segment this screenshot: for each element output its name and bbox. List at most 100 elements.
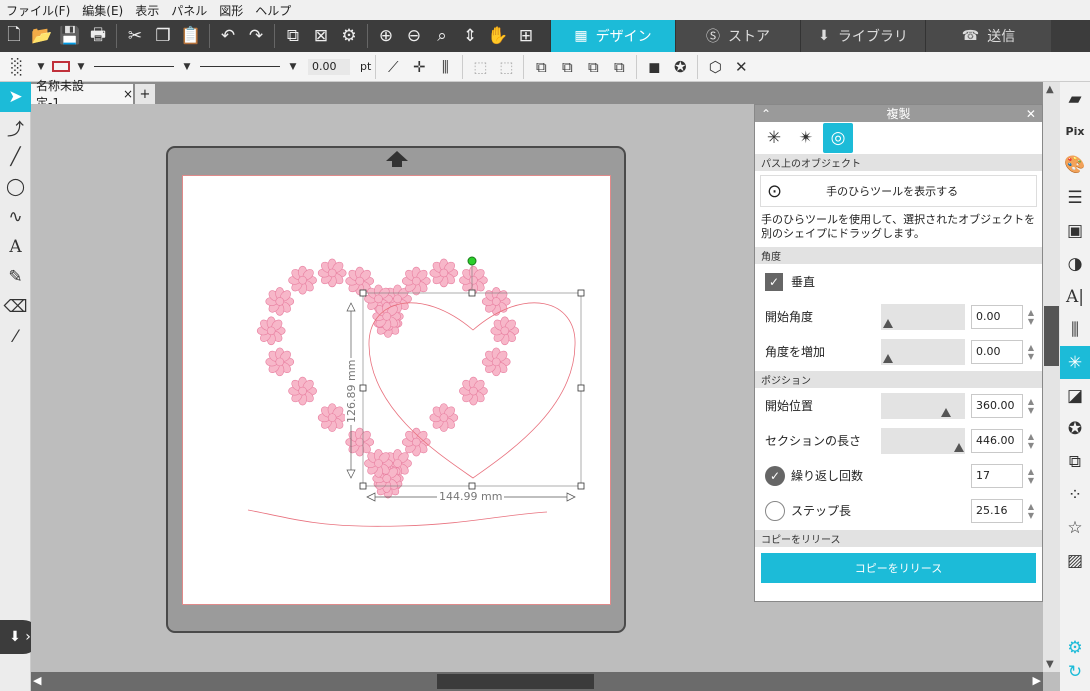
angle-increment-input[interactable]: 0.00	[971, 339, 1023, 364]
release-copies-button[interactable]: コピーをリリース	[761, 553, 1036, 583]
spinner-icon[interactable]: ▲ ▼	[1026, 343, 1036, 361]
image-trace-icon[interactable]: ▣	[1060, 214, 1090, 247]
menu-edit[interactable]: 編集(E)	[82, 2, 123, 19]
edit-points-icon[interactable]: ⤴	[0, 112, 31, 142]
add-tab-button[interactable]: +	[135, 84, 155, 104]
chevron-down-icon[interactable]: ▼	[180, 54, 194, 80]
line-tool-icon[interactable]: ╱	[0, 142, 31, 172]
start-position-input[interactable]: 360.00	[971, 393, 1023, 418]
favorites-star-icon[interactable]: ☆	[1060, 511, 1090, 544]
line-width-input[interactable]: 0.00	[308, 58, 350, 75]
document-tab[interactable]: 名称未設定-1 ×	[31, 79, 133, 110]
send-backward-icon[interactable]: ⧉	[580, 54, 606, 80]
spinner-icon[interactable]: ▲ ▼	[1026, 502, 1036, 520]
menu-shape[interactable]: 図形	[219, 2, 243, 19]
text-style-icon[interactable]: A|	[1060, 280, 1090, 313]
slider-thumb[interactable]	[953, 442, 964, 452]
bring-front-icon[interactable]: ⧉	[528, 54, 554, 80]
media-page[interactable]	[182, 175, 611, 605]
zoom-fit-icon[interactable]: ⇕	[456, 22, 484, 50]
sketch-tool-icon[interactable]: ✎	[0, 262, 31, 292]
start-position-slider[interactable]	[881, 392, 965, 419]
duplicate-tab-icon[interactable]: ✳	[759, 123, 789, 153]
repeat-count-input[interactable]: 17	[971, 463, 1023, 488]
move-icon[interactable]: ✛	[406, 54, 432, 80]
section-length-input[interactable]: 446.00	[971, 428, 1023, 453]
ellipse-tool-icon[interactable]: ◯	[0, 172, 31, 202]
slider-thumb[interactable]	[883, 318, 893, 328]
collapse-icon[interactable]: ⌃	[761, 107, 771, 121]
slider-thumb[interactable]	[883, 353, 893, 363]
chevron-down-icon[interactable]: ▼	[286, 54, 300, 80]
modify-icon[interactable]: ◪	[1060, 379, 1090, 412]
scroll-left-icon[interactable]: ◀	[33, 674, 41, 687]
duplicate-panel-icon[interactable]: ✳	[1060, 346, 1090, 379]
curve-tool-icon[interactable]: ∿	[0, 202, 31, 232]
spinner-icon[interactable]: ▲ ▼	[1026, 397, 1036, 415]
transparency-icon[interactable]: ◑	[1060, 247, 1090, 280]
start-angle-slider[interactable]	[881, 303, 965, 330]
sync-icon[interactable]: ↻	[1068, 662, 1082, 682]
send-back-icon[interactable]: ⧉	[606, 54, 632, 80]
close-icon[interactable]: ✕	[728, 54, 754, 80]
spinner-icon[interactable]: ▲ ▼	[1026, 467, 1036, 485]
vertical-scrollbar[interactable]: ▲ ▼	[1043, 82, 1060, 672]
angle-increment-slider[interactable]	[881, 338, 965, 365]
eraser-tool-icon[interactable]: ⌫	[0, 292, 31, 322]
show-hand-tool-button[interactable]: ⊙ 手のひらツールを表示する	[760, 175, 1037, 207]
section-length-slider[interactable]	[881, 427, 965, 454]
rhinestone-icon[interactable]: ⁘	[1060, 478, 1090, 511]
zoom-in-icon[interactable]: ⊕	[372, 22, 400, 50]
scroll-up-icon[interactable]: ▲	[1046, 84, 1054, 95]
tab-store[interactable]: Ⓢ ストア	[675, 20, 800, 52]
pan-hand-icon[interactable]: ✋	[484, 22, 512, 50]
fill-color-icon[interactable]: 🎨	[1060, 148, 1090, 181]
3d-box-icon[interactable]: ⬡	[702, 54, 728, 80]
step-length-radio[interactable]	[765, 500, 785, 521]
line-color-icon[interactable]	[48, 54, 74, 80]
draw-line-icon[interactable]: ⟋	[380, 54, 406, 80]
copy-icon[interactable]: ❐	[149, 22, 177, 50]
bring-forward-icon[interactable]: ⧉	[554, 54, 580, 80]
close-tab-icon[interactable]: ×	[123, 87, 133, 101]
redo-icon[interactable]: ↷	[242, 22, 270, 50]
fill-pattern-icon[interactable]: ░	[0, 54, 34, 80]
scroll-right-icon[interactable]: ▶	[1033, 674, 1041, 687]
array-tab-icon[interactable]: ✴	[791, 123, 821, 153]
shapes-icon[interactable]: ◼	[641, 54, 667, 80]
spinner-icon[interactable]: ▲ ▼	[1026, 432, 1036, 450]
align-panel-icon[interactable]: ⫼	[1060, 313, 1090, 346]
scroll-down-icon[interactable]: ▼	[1046, 659, 1054, 670]
spinner-icon[interactable]: ▲ ▼	[1026, 308, 1036, 326]
start-angle-input[interactable]: 0.00	[971, 304, 1023, 329]
sketch-panel-icon[interactable]: ▨	[1060, 544, 1090, 577]
zoom-drag-icon[interactable]: ⌕	[428, 22, 456, 50]
text-tool-icon[interactable]: A	[0, 232, 31, 262]
star-icon[interactable]: ✪	[667, 54, 693, 80]
step-length-input[interactable]: 25.16	[971, 498, 1023, 523]
menu-help[interactable]: ヘルプ	[255, 2, 291, 19]
chevron-down-icon[interactable]: ▼	[34, 54, 48, 80]
save-icon[interactable]: 💾	[56, 22, 84, 50]
fit-page-icon[interactable]: ⊞	[512, 22, 540, 50]
tab-send[interactable]: ☎ 送信	[925, 20, 1051, 52]
print-icon[interactable]: 🖶	[84, 22, 112, 50]
vertical-scroll-thumb[interactable]	[1044, 306, 1059, 366]
group-icon[interactable]: ⬚	[467, 54, 493, 80]
open-folder-icon[interactable]: 📂	[28, 22, 56, 50]
undo-icon[interactable]: ↶	[214, 22, 242, 50]
paste-icon[interactable]: 📋	[177, 22, 205, 50]
select-color-icon[interactable]: ⚙	[335, 22, 363, 50]
line-style-icon[interactable]: ☰	[1060, 181, 1090, 214]
deselect-icon[interactable]: ⊠	[307, 22, 335, 50]
knife-tool-icon[interactable]: ⁄	[0, 322, 31, 352]
tab-design[interactable]: ▦ デザイン	[550, 20, 675, 52]
menu-panel[interactable]: パネル	[171, 2, 207, 19]
menu-file[interactable]: ファイル(F)	[6, 2, 70, 19]
slider-thumb[interactable]	[940, 407, 951, 417]
gear-icon[interactable]: ⚙	[1067, 638, 1082, 658]
ungroup-icon[interactable]: ⬚	[493, 54, 519, 80]
path-duplicate-tab-icon[interactable]: ◎	[823, 123, 853, 153]
page-setup-icon[interactable]: ▰	[1060, 82, 1090, 115]
tab-library[interactable]: ⬇ ライブラリ	[800, 20, 925, 52]
